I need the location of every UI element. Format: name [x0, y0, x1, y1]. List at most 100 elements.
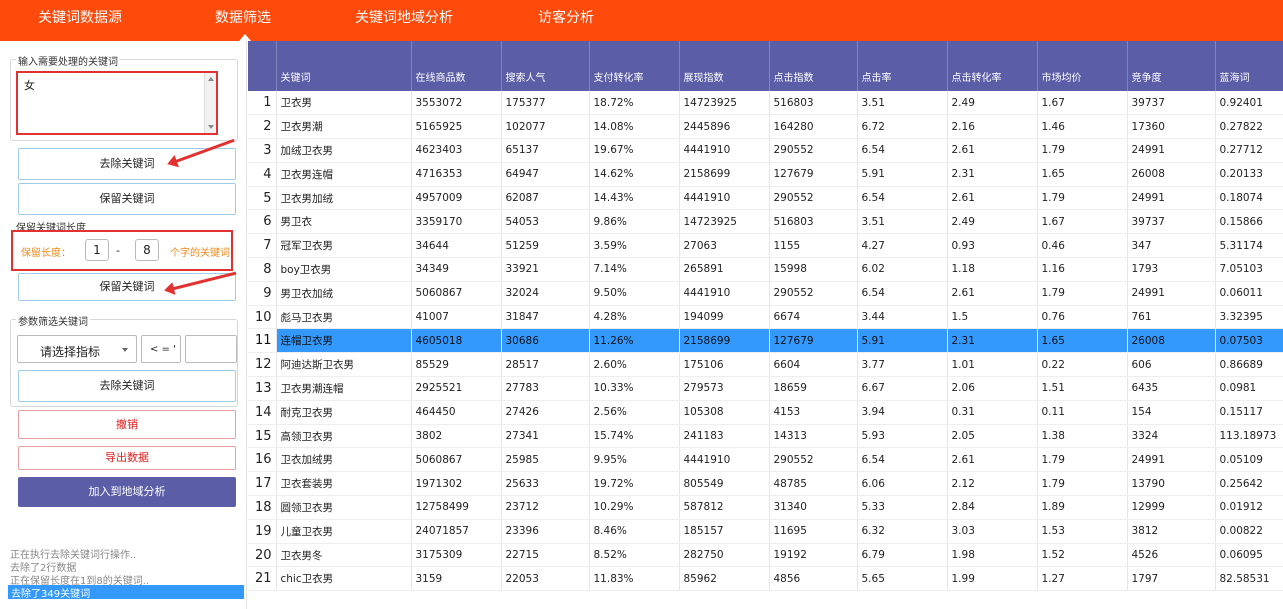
- table-cell[interactable]: 28517: [501, 352, 590, 378]
- table-cell[interactable]: 2.61: [947, 138, 1038, 163]
- column-header[interactable]: 蓝海词: [1215, 41, 1283, 91]
- table-cell[interactable]: 175106: [679, 352, 770, 378]
- table-cell[interactable]: 34349: [411, 257, 502, 282]
- table-cell[interactable]: 14.08%: [589, 114, 680, 140]
- table-cell[interactable]: 1797: [1127, 566, 1216, 592]
- table-cell[interactable]: 5.33: [857, 495, 948, 520]
- table-cell[interactable]: 4526: [1127, 543, 1216, 568]
- scroll-down-icon[interactable]: [208, 125, 214, 129]
- table-cell[interactable]: 卫衣男潮连帽: [276, 376, 412, 401]
- column-header[interactable]: 展现指数: [679, 41, 770, 91]
- table-cell[interactable]: 0.11: [1037, 400, 1128, 425]
- table-cell[interactable]: 14.43%: [589, 186, 680, 211]
- table-cell[interactable]: 卫衣男: [276, 91, 412, 116]
- table-cell[interactable]: 7.05103: [1215, 257, 1283, 282]
- table-cell[interactable]: 1.18: [947, 257, 1038, 282]
- table-cell[interactable]: 高领卫衣男: [276, 424, 412, 449]
- table-cell[interactable]: 62087: [501, 186, 590, 211]
- table-cell[interactable]: 2.49: [947, 91, 1038, 116]
- table-cell[interactable]: 22053: [501, 566, 590, 592]
- scroll-up-icon[interactable]: [208, 77, 214, 81]
- table-cell[interactable]: 卫衣男潮: [276, 114, 412, 140]
- table-row[interactable]: 14 耐克卫衣男 464450 27426 2.56% 105308 4153 3.94 0.3…: [248, 400, 1283, 425]
- table-cell[interactable]: 26008: [1127, 162, 1216, 187]
- table-cell[interactable]: 2.61: [947, 186, 1038, 211]
- table-cell[interactable]: 2.84: [947, 495, 1038, 520]
- table-cell[interactable]: 290552: [769, 281, 858, 306]
- table-cell[interactable]: 6435: [1127, 376, 1216, 401]
- column-header[interactable]: 搜索人气: [501, 41, 590, 91]
- table-cell[interactable]: 105308: [679, 400, 770, 425]
- table-cell[interactable]: 0.20133: [1215, 162, 1283, 187]
- table-cell[interactable]: 6.79: [857, 543, 948, 568]
- length-max-input[interactable]: 8: [135, 239, 159, 261]
- table-cell[interactable]: 6.54: [857, 281, 948, 306]
- table-row[interactable]: 7 冠军卫衣男 34644 51259 3.59% 27063 1155 4.27 0.93 0.…: [248, 233, 1283, 259]
- table-row[interactable]: 8 boy卫衣男 34349 33921 7.14% 265891 15998 6.02 1.1…: [248, 257, 1283, 282]
- table-cell[interactable]: 5.65: [857, 566, 948, 592]
- table-cell[interactable]: 儿童卫衣男: [276, 519, 412, 544]
- table-cell[interactable]: 14723925: [679, 91, 770, 116]
- table-cell[interactable]: 14313: [769, 424, 858, 449]
- table-row[interactable]: 1 卫衣男 3553072 175377 18.72% 14723925 516803 3.5…: [248, 91, 1283, 116]
- table-cell[interactable]: 14.62%: [589, 162, 680, 187]
- table-row[interactable]: 18 圆领卫衣男 12758499 23712 10.29% 587812 31340 5.3…: [248, 495, 1283, 520]
- table-cell[interactable]: 127679: [769, 328, 858, 354]
- table-cell[interactable]: 1.27: [1037, 566, 1128, 592]
- table-cell[interactable]: 64947: [501, 162, 590, 187]
- column-header[interactable]: 点击指数: [769, 41, 858, 91]
- table-cell[interactable]: 761: [1127, 305, 1216, 330]
- table-cell[interactable]: 3324: [1127, 424, 1216, 449]
- table-cell[interactable]: 2.12: [947, 471, 1038, 497]
- table-cell[interactable]: 6.67: [857, 376, 948, 401]
- table-row[interactable]: 15 高领卫衣男 3802 27341 15.74% 241183 14313 5.93 2.0…: [248, 424, 1283, 449]
- table-cell[interactable]: 30686: [501, 328, 590, 354]
- table-cell[interactable]: 9.86%: [589, 209, 680, 235]
- table-cell[interactable]: 0.92401: [1215, 91, 1283, 116]
- table-cell[interactable]: 冠军卫衣男: [276, 233, 412, 259]
- table-cell[interactable]: 4.28%: [589, 305, 680, 330]
- keep-keyword-button[interactable]: 保留关键词: [18, 183, 236, 215]
- table-cell[interactable]: 17360: [1127, 114, 1216, 140]
- table-cell[interactable]: 6604: [769, 352, 858, 378]
- length-min-input[interactable]: 1: [85, 239, 109, 261]
- table-cell[interactable]: 2.05: [947, 424, 1038, 449]
- table-cell[interactable]: 2.06: [947, 376, 1038, 401]
- table-row[interactable]: 17 卫衣套装男 1971302 25633 19.72% 805549 48785 6.06…: [248, 471, 1283, 497]
- table-cell[interactable]: 175377: [501, 91, 590, 116]
- param-remove-keyword-button[interactable]: 去除关键词: [18, 370, 236, 402]
- table-cell[interactable]: 1.67: [1037, 209, 1128, 235]
- table-cell[interactable]: 241183: [679, 424, 770, 449]
- table-cell[interactable]: 113.18973: [1215, 424, 1283, 449]
- table-cell[interactable]: 6.02: [857, 257, 948, 282]
- table-cell[interactable]: 1.51: [1037, 376, 1128, 401]
- table-cell[interactable]: 127679: [769, 162, 858, 187]
- table-cell[interactable]: 4441910: [679, 281, 770, 306]
- table-cell[interactable]: 2445896: [679, 114, 770, 140]
- table-cell[interactable]: 0.31: [947, 400, 1038, 425]
- table-cell[interactable]: 1.38: [1037, 424, 1128, 449]
- column-header[interactable]: 点击转化率: [947, 41, 1038, 91]
- table-cell[interactable]: 25633: [501, 471, 590, 497]
- table-cell[interactable]: 19.72%: [589, 471, 680, 497]
- tab-visitor-analysis[interactable]: 访客分析: [538, 0, 594, 41]
- table-cell[interactable]: 2.61: [947, 447, 1038, 473]
- table-cell[interactable]: 65137: [501, 138, 590, 163]
- table-cell[interactable]: 1.01: [947, 352, 1038, 378]
- table-cell[interactable]: 1.79: [1037, 471, 1128, 497]
- table-cell[interactable]: 9.95%: [589, 447, 680, 473]
- table-cell[interactable]: 卫衣男加绒: [276, 186, 412, 211]
- table-row[interactable]: 3 加绒卫衣男 4623403 65137 19.67% 4441910 290552 6.5…: [248, 138, 1283, 163]
- table-cell[interactable]: 0.18074: [1215, 186, 1283, 211]
- table-cell[interactable]: 0.22: [1037, 352, 1128, 378]
- column-header[interactable]: 市场均价: [1037, 41, 1128, 91]
- keep-by-length-button[interactable]: 保留关键词: [18, 273, 236, 301]
- table-row[interactable]: 2 卫衣男潮 5165925 102077 14.08% 2445896 164280 6.7…: [248, 114, 1283, 140]
- table-cell[interactable]: 24991: [1127, 447, 1216, 473]
- undo-button[interactable]: 撤销: [18, 410, 236, 439]
- table-cell[interactable]: 5.91: [857, 162, 948, 187]
- table-cell[interactable]: 4441910: [679, 138, 770, 163]
- table-cell[interactable]: 5060867: [411, 447, 502, 473]
- table-cell[interactable]: 7.14%: [589, 257, 680, 282]
- table-cell[interactable]: 347: [1127, 233, 1216, 259]
